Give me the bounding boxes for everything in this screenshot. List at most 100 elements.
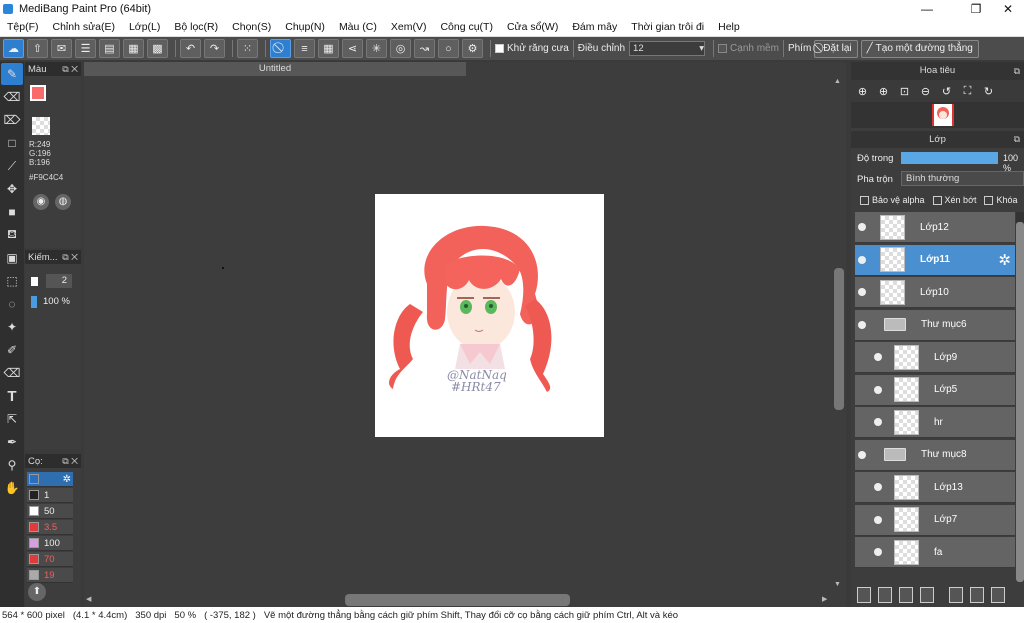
menu-view[interactable]: Xem(V) <box>384 21 434 33</box>
zoom-in-small-icon[interactable]: ⊕ <box>875 83 892 100</box>
dot-eraser-tool-icon[interactable]: ⌦ <box>1 109 23 131</box>
redo-icon[interactable]: ↷ <box>204 39 225 58</box>
transparent-color-swatch[interactable] <box>32 117 50 135</box>
fill-rect-tool-icon[interactable]: ■ <box>1 201 23 223</box>
lasso-tool-icon[interactable]: ◌ <box>1 293 23 315</box>
hand-tool-icon[interactable]: ✋ <box>1 477 23 499</box>
layer-folder-row[interactable]: Thư mục6 <box>855 309 1015 341</box>
comment-list-icon[interactable]: ☰ <box>75 39 96 58</box>
layer-row[interactable]: Lớp10 <box>855 277 1015 308</box>
clipping-checkbox[interactable] <box>932 195 942 205</box>
brush-size-input[interactable]: 2 <box>46 274 72 288</box>
zoom-in-icon[interactable]: ⊕ <box>854 83 871 100</box>
document-tab[interactable]: Untitled <box>84 62 466 76</box>
canvas-paper[interactable]: @NatNaq #HRt47 <box>375 194 604 437</box>
menu-window[interactable]: Cửa sổ(W) <box>500 21 565 33</box>
cloud-icon[interactable]: ☁ <box>3 39 24 58</box>
menu-color[interactable]: Màu (C) <box>332 21 384 33</box>
panel-close-icon[interactable]: ⧉ ✕ <box>62 456 78 467</box>
layer-row[interactable]: Lớp11 ✲ <box>855 244 1015 276</box>
visibility-eye-icon[interactable] <box>858 223 866 231</box>
new-folder-icon[interactable] <box>949 587 963 603</box>
layer-scrollbar[interactable] <box>1016 212 1024 582</box>
add-layer-menu-icon[interactable] <box>920 587 934 603</box>
menu-edit[interactable]: Chỉnh sửa(E) <box>46 21 122 33</box>
layer-settings-gear-icon[interactable]: ✲ <box>998 251 1011 269</box>
minimize-button[interactable]: — <box>913 0 941 18</box>
divide-tool-icon[interactable]: ✒ <box>1 431 23 453</box>
layer-row[interactable]: Lớp5 <box>855 374 1015 406</box>
soft-edge-checkbox[interactable] <box>718 44 728 53</box>
add-brush-icon[interactable]: ⬆ <box>28 583 46 601</box>
eyedropper-tool-icon[interactable]: ⚲ <box>1 454 23 476</box>
operation-tool-icon[interactable]: ⇱ <box>1 408 23 430</box>
menu-help[interactable]: Help <box>711 21 747 33</box>
brush-list-item[interactable]: 3.5 <box>27 520 73 535</box>
close-button[interactable]: ✕ <box>994 0 1022 18</box>
new-halftone-layer-icon[interactable] <box>878 587 892 603</box>
menu-layer[interactable]: Lớp(L) <box>122 21 167 33</box>
foreground-color-swatch[interactable] <box>30 85 46 101</box>
palette-icon[interactable]: ◉ <box>33 194 49 210</box>
adjust-select[interactable]: 12 ▾ <box>629 41 706 56</box>
protect-alpha-checkbox[interactable] <box>860 195 869 205</box>
layer-row[interactable]: fa <box>855 537 1015 568</box>
panel-popout-icon[interactable]: ⧉ <box>1014 131 1020 148</box>
grid-icon[interactable]: ▩ <box>147 39 168 58</box>
visibility-eye-icon[interactable] <box>858 255 866 264</box>
menu-snap[interactable]: Chụp(N) <box>278 21 332 33</box>
snap-off-icon[interactable]: ⃠ <box>270 39 291 58</box>
dot-tool-icon[interactable]: ⟋ <box>1 155 23 177</box>
visibility-eye-icon[interactable] <box>858 288 866 296</box>
settings-icon[interactable]: ⚙ <box>462 39 483 58</box>
circle-snap-icon[interactable]: ○ <box>438 39 459 58</box>
fit-icon[interactable]: ⊡ <box>896 83 913 100</box>
brush-list-item[interactable]: 70 <box>27 552 73 567</box>
select-eraser-tool-icon[interactable]: ⌫ <box>1 362 23 384</box>
restore-button[interactable]: ❐ <box>962 0 990 18</box>
vertical-scroll-thumb[interactable] <box>834 268 844 410</box>
visibility-eye-icon[interactable] <box>874 548 882 556</box>
comment-icon[interactable]: ✉ <box>51 39 72 58</box>
select-tool-icon[interactable]: ⬚ <box>1 270 23 292</box>
zoom-out-icon[interactable]: ⊖ <box>917 83 934 100</box>
brush-list-item[interactable]: ✲ <box>27 472 73 487</box>
layer-opacity-slider[interactable] <box>901 152 998 164</box>
navigator-thumbnail[interactable] <box>932 104 954 126</box>
menu-timelapse[interactable]: Thời gian trôi đi <box>624 21 711 33</box>
brush-list-item[interactable]: 19 <box>27 568 73 583</box>
menu-cloud[interactable]: Đám mây <box>565 21 624 33</box>
horizontal-scroll-thumb[interactable] <box>345 594 570 606</box>
gear-icon[interactable]: ✲ <box>63 474 71 485</box>
cross-snap-icon[interactable]: ▦ <box>318 39 339 58</box>
menu-tools[interactable]: Công cụ(T) <box>433 21 500 33</box>
brush-tool-icon[interactable]: ✎ <box>1 63 23 85</box>
brush-list-item[interactable]: 100 <box>27 536 73 551</box>
panel-close-icon[interactable]: ⧉ ✕ <box>62 64 78 75</box>
visibility-eye-icon[interactable] <box>874 418 882 426</box>
rotate-right-icon[interactable]: ↻ <box>980 83 997 100</box>
blend-mode-select[interactable]: Bình thường <box>901 171 1024 186</box>
vanishing-point-snap-icon[interactable]: ⋖ <box>342 39 363 58</box>
magic-wand-tool-icon[interactable]: ✦ <box>1 316 23 338</box>
parallel-snap-icon[interactable]: ≡ <box>294 39 315 58</box>
new-8bit-layer-icon[interactable] <box>899 587 913 603</box>
layer-row[interactable]: Lớp13 <box>855 472 1015 503</box>
radial-snap-icon[interactable]: ✳ <box>366 39 387 58</box>
visibility-eye-icon[interactable] <box>858 320 866 329</box>
layer-folder-row[interactable]: Thư mục8 <box>855 439 1015 471</box>
gradient-tool-icon[interactable]: ▣ <box>1 247 23 269</box>
page-icon[interactable]: ▤ <box>99 39 120 58</box>
brush-list-item[interactable]: 50 <box>27 504 73 519</box>
layer-row[interactable]: Lớp9 <box>855 342 1015 373</box>
scroll-down-icon[interactable]: ▼ <box>834 581 841 588</box>
menu-file[interactable]: Tệp(F) <box>0 21 46 33</box>
scroll-right-icon[interactable]: ▶ <box>822 595 827 603</box>
merge-layer-icon[interactable] <box>991 587 1005 603</box>
visibility-eye-icon[interactable] <box>858 450 866 459</box>
layer-row[interactable]: Lớp12 <box>855 212 1015 243</box>
move-tool-icon[interactable]: ✥ <box>1 178 23 200</box>
undo-icon[interactable]: ↶ <box>180 39 201 58</box>
antialias-checkbox[interactable] <box>495 44 504 53</box>
pages-icon[interactable]: ▦ <box>123 39 144 58</box>
